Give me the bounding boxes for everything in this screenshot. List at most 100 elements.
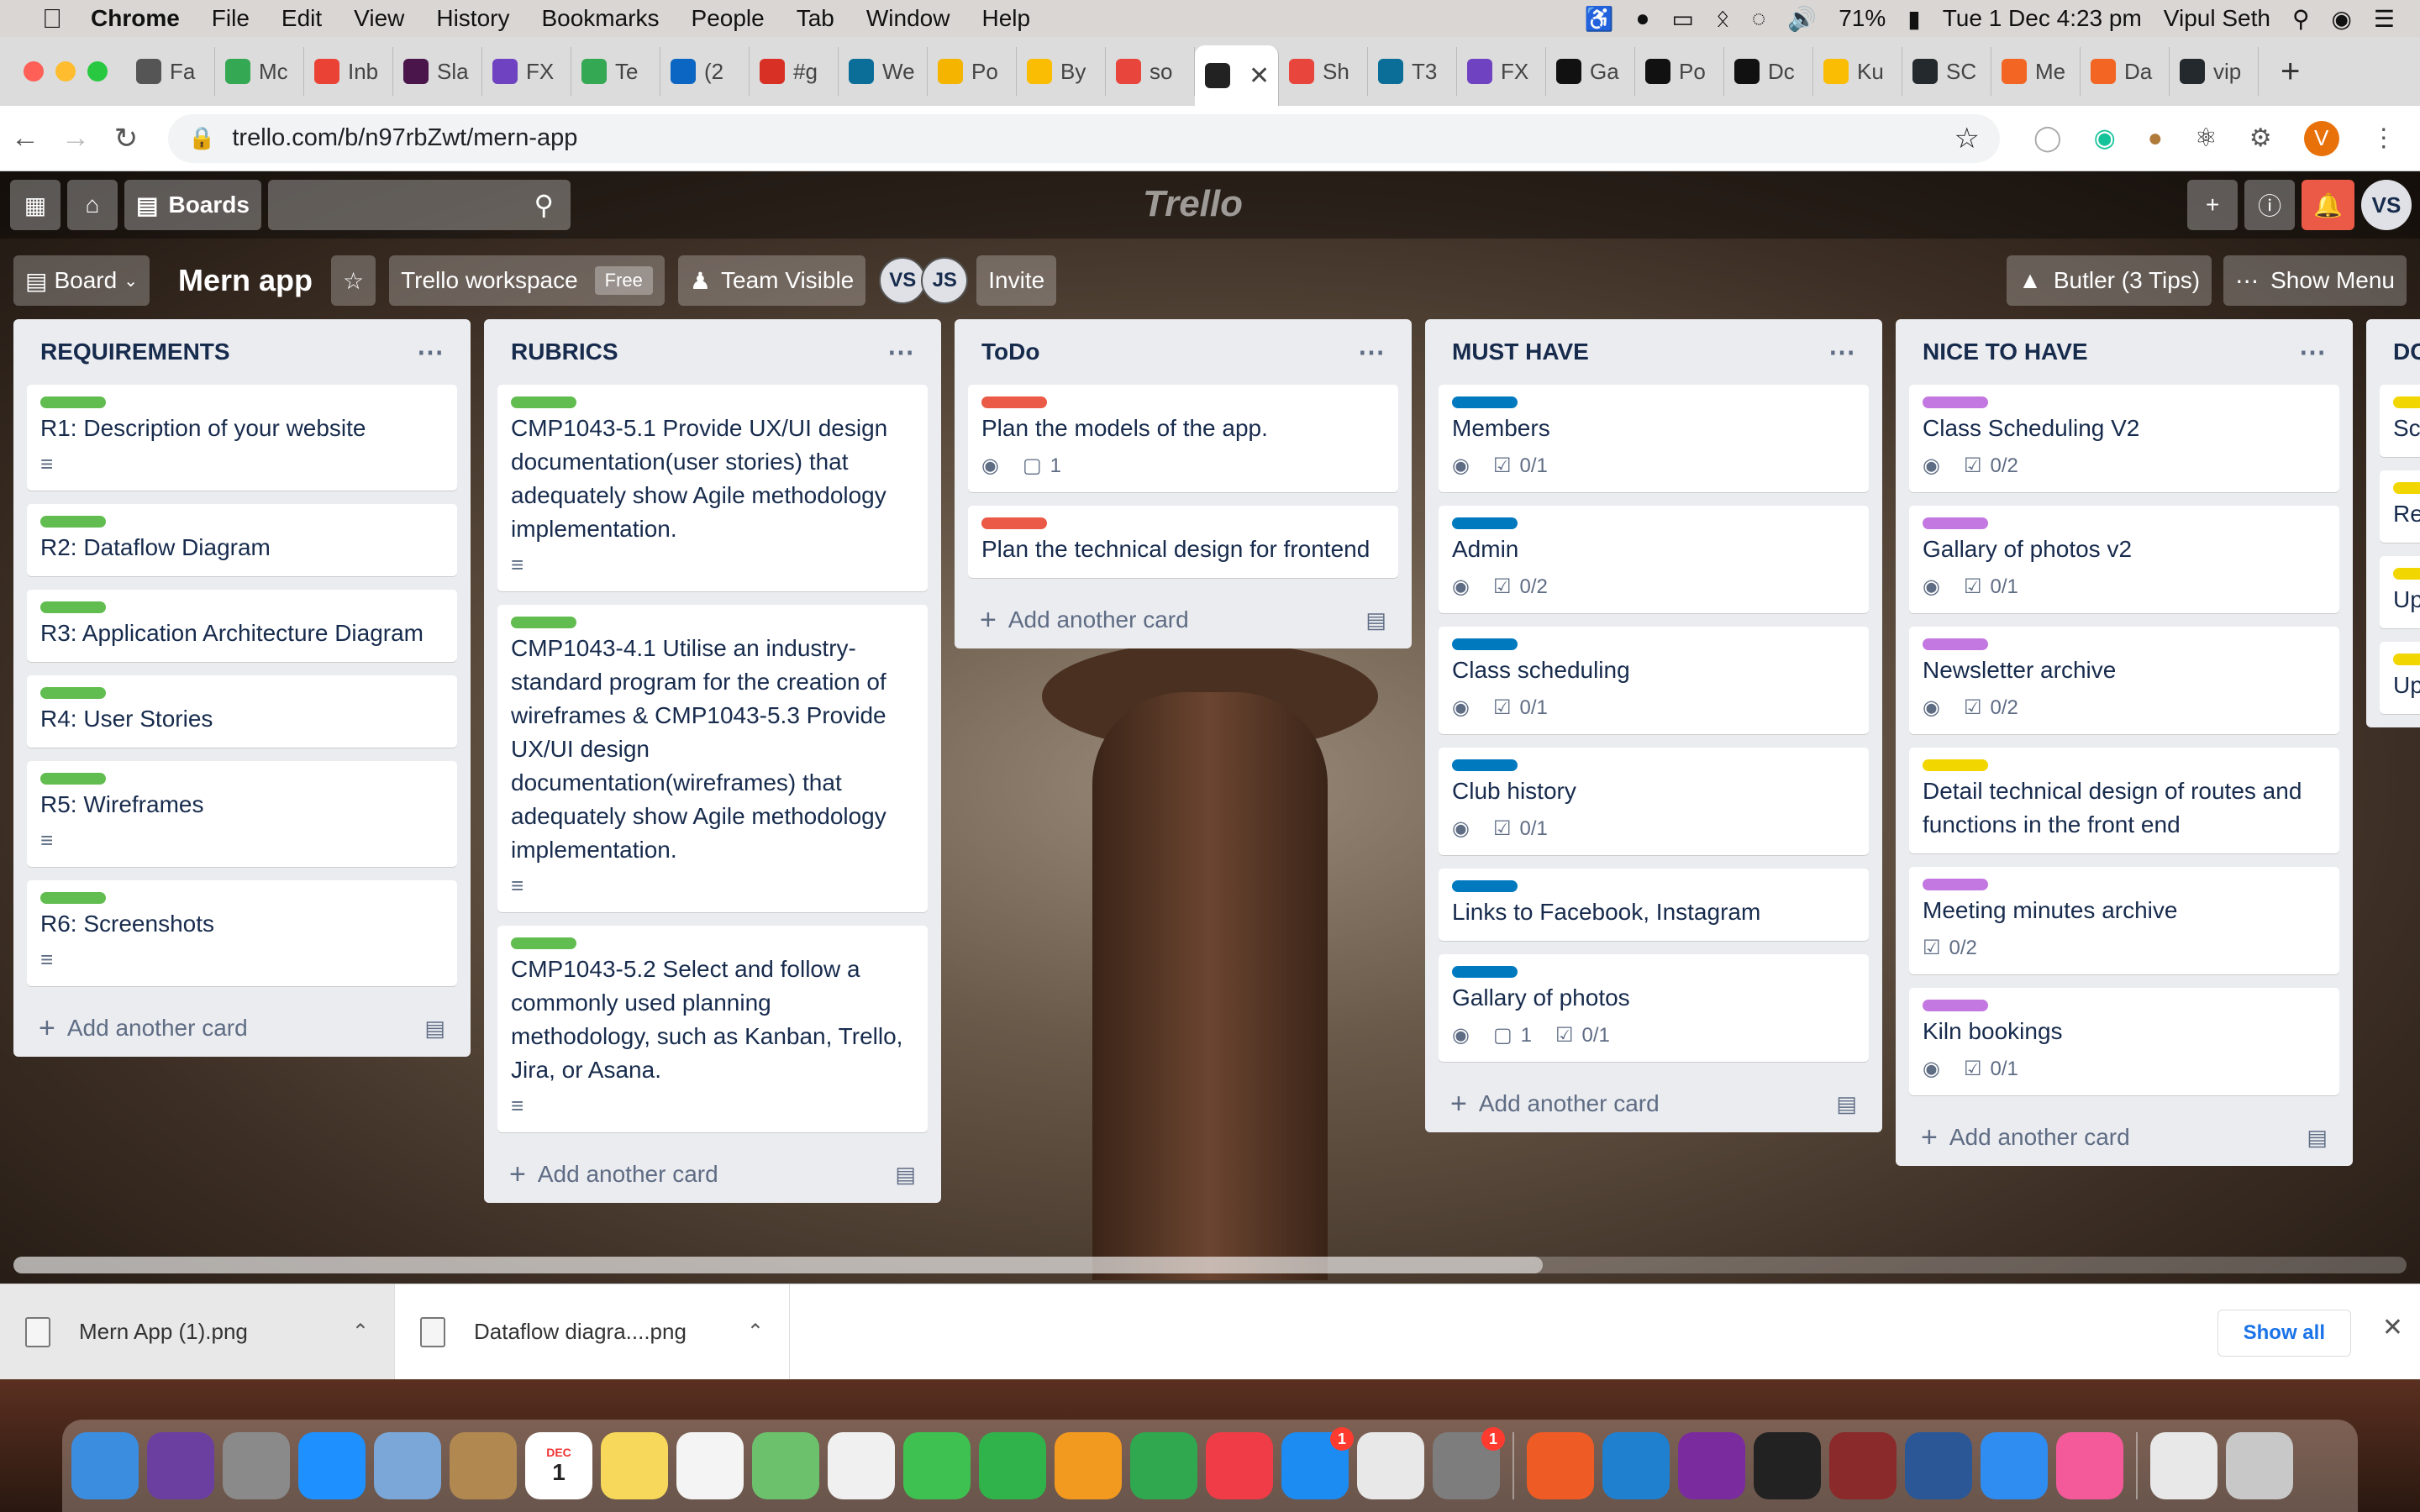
card-label[interactable]	[40, 892, 106, 904]
card[interactable]: Gallary of photos ◉ ▢ 1 ☑ 0/1	[1439, 954, 1869, 1062]
notifications-bell-icon[interactable]: 🔔	[2302, 180, 2354, 230]
menu-history[interactable]: History	[436, 5, 509, 32]
card[interactable]: Class scheduling ◉ ☑ 0/1	[1439, 627, 1869, 734]
zoom-window-button[interactable]	[87, 61, 108, 81]
browser-tab[interactable]: By	[1017, 47, 1106, 96]
card-template-icon[interactable]: ▤	[424, 1016, 445, 1042]
create-plus-button[interactable]: +	[2187, 180, 2238, 230]
chevron-up-icon[interactable]: ⌃	[747, 1320, 764, 1344]
browser-tab[interactable]: SC	[1902, 47, 1991, 96]
card-template-icon[interactable]: ▤	[1836, 1091, 1857, 1117]
card[interactable]: Class Scheduling V2 ◉ ☑ 0/2	[1909, 385, 2339, 492]
numbers-icon[interactable]	[1130, 1432, 1197, 1499]
list-header[interactable]: REQUIREMENTS ⋯	[13, 319, 471, 385]
card-label[interactable]	[40, 687, 106, 699]
card[interactable]: R3: Application Architecture Diagram	[27, 590, 457, 662]
terminal-icon[interactable]	[1754, 1432, 1821, 1499]
card[interactable]: Meeting minutes archive ☑ 0/2	[1909, 867, 2339, 974]
card-label[interactable]	[40, 516, 106, 528]
board-view-switcher[interactable]: ▤ Board ⌄	[13, 255, 150, 306]
list-title[interactable]: ToDo	[981, 339, 1039, 365]
browser-tab[interactable]: Sh	[1279, 47, 1368, 96]
url-text[interactable]: trello.com/b/n97rbZwt/mern-app	[232, 124, 577, 152]
list-menu-icon[interactable]: ⋯	[417, 336, 445, 368]
list-title[interactable]: NICE TO HAVE	[1923, 339, 2088, 365]
card[interactable]: Members ◉ ☑ 0/1	[1439, 385, 1869, 492]
workspace-button[interactable]: Trello workspace Free	[389, 255, 665, 306]
card-label[interactable]	[1923, 1000, 1988, 1011]
show-menu-button[interactable]: ⋯ Show Menu	[2223, 255, 2407, 306]
launchpad-icon[interactable]	[223, 1432, 290, 1499]
react-devtools-icon[interactable]: ⚛	[2195, 123, 2217, 153]
browser-tab[interactable]: We	[839, 47, 928, 96]
mail-icon[interactable]	[374, 1432, 441, 1499]
list-header[interactable]: ToDo ⋯	[955, 319, 1412, 385]
list-menu-icon[interactable]: ⋯	[1828, 336, 1857, 368]
card[interactable]: Up Dia	[2380, 642, 2420, 714]
photos-icon[interactable]	[828, 1432, 895, 1499]
menu-people[interactable]: People	[692, 5, 765, 32]
scrollbar-thumb[interactable]	[13, 1257, 1543, 1273]
trello-logo[interactable]: Trello	[1143, 183, 1243, 225]
spotlight-search-icon[interactable]: ⚲	[2292, 5, 2310, 33]
contacts-icon[interactable]	[450, 1432, 517, 1499]
card-label[interactable]	[1452, 638, 1518, 650]
card-label[interactable]	[1452, 759, 1518, 771]
card[interactable]: R6: Screenshots ≡	[27, 880, 457, 986]
card-label[interactable]	[2393, 568, 2420, 580]
card-template-icon[interactable]: ▤	[1365, 607, 1386, 633]
list-menu-icon[interactable]: ⋯	[1358, 336, 1386, 368]
menu-tab[interactable]: Tab	[797, 5, 834, 32]
menu-file[interactable]: File	[212, 5, 250, 32]
vscode-icon[interactable]	[1602, 1432, 1670, 1499]
invite-button[interactable]: Invite	[976, 255, 1057, 306]
pages-icon[interactable]	[1055, 1432, 1122, 1499]
card[interactable]: Newsletter archive ◉ ☑ 0/2	[1909, 627, 2339, 734]
browser-tab[interactable]: Po	[1635, 47, 1724, 96]
add-card-button[interactable]: + Add another card ▤	[13, 1000, 471, 1057]
card[interactable]: Sc	[2380, 385, 2420, 457]
card[interactable]: CMP1043-4.1 Utilise an industry-standard…	[497, 605, 928, 912]
browser-tab[interactable]: Sla	[393, 47, 482, 96]
add-card-button[interactable]: + Add another card ▤	[484, 1146, 941, 1203]
card-label[interactable]	[2393, 396, 2420, 408]
menu-bookmarks[interactable]: Bookmarks	[541, 5, 659, 32]
card-label[interactable]	[981, 517, 1047, 529]
card[interactable]: Links to Facebook, Instagram	[1439, 869, 1869, 941]
card-label[interactable]	[511, 396, 576, 408]
add-card-button[interactable]: + Add another card ▤	[955, 591, 1412, 648]
wifi-icon[interactable]: ◌	[1752, 5, 1766, 32]
board-search-input[interactable]: ⚲	[267, 180, 571, 230]
card-label[interactable]	[40, 773, 106, 785]
card[interactable]: Up	[2380, 556, 2420, 628]
chrome-icon[interactable]	[1357, 1432, 1424, 1499]
bluetooth-icon[interactable]	[1981, 1432, 2048, 1499]
battery-percent[interactable]: 71%	[1839, 5, 1886, 32]
profile-avatar[interactable]: V	[2303, 120, 2339, 156]
card-label[interactable]	[1452, 880, 1518, 892]
app-store-icon[interactable]: 1	[1281, 1427, 1354, 1499]
onenote-icon[interactable]	[1678, 1432, 1745, 1499]
card-label[interactable]	[40, 396, 106, 408]
apps-grid-icon[interactable]: ▦	[10, 180, 60, 230]
menu-view[interactable]: View	[354, 5, 404, 32]
card[interactable]: Plan the technical design for frontend	[968, 506, 1398, 578]
card-label[interactable]	[511, 937, 576, 949]
browser-tab[interactable]: #g	[750, 47, 839, 96]
chevron-up-icon[interactable]: ⌃	[352, 1320, 369, 1344]
news-icon[interactable]	[1206, 1432, 1273, 1499]
butler-button[interactable]: ▲ Butler (3 Tips)	[2007, 255, 2212, 306]
card[interactable]: R1: Description of your website ≡	[27, 385, 457, 491]
trash-icon[interactable]	[2226, 1432, 2293, 1499]
browser-tab[interactable]: vip	[2170, 47, 2259, 96]
lock-icon[interactable]: 🔒	[188, 125, 215, 151]
battery-icon[interactable]: ▮	[1907, 5, 1920, 33]
browser-tab[interactable]: Da	[2081, 47, 2170, 96]
card[interactable]: R2: Dataflow Diagram	[27, 504, 457, 576]
browser-tab[interactable]: so	[1106, 47, 1195, 96]
siri-icon[interactable]: ◉	[2331, 5, 2351, 33]
add-card-button[interactable]: + Add another card ▤	[1896, 1109, 2353, 1166]
system-preferences-icon[interactable]: 1	[1433, 1427, 1505, 1499]
card[interactable]: Detail technical design of routes and fu…	[1909, 748, 2339, 853]
browser-tab[interactable]: Te	[571, 47, 660, 96]
